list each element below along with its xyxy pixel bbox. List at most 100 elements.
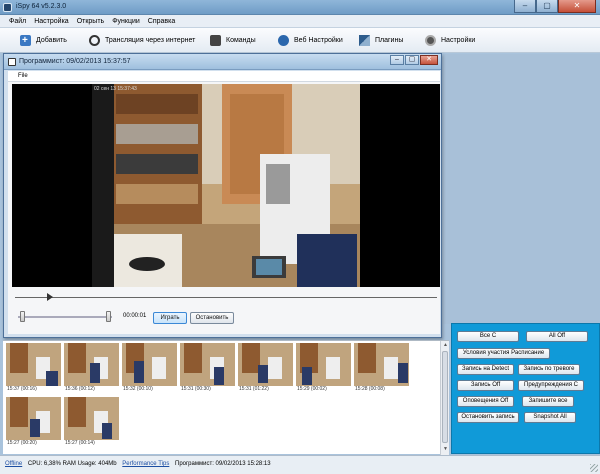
thumbnail-image: [6, 343, 61, 386]
thumbnail-image: [64, 397, 119, 440]
thumbnails-scrollbar[interactable]: ▲ ▼: [440, 341, 449, 455]
scrollbar-thumb[interactable]: [442, 351, 448, 443]
thumbnail-caption: 15:31 (00:30): [181, 386, 211, 392]
preview-window-icon: [8, 58, 16, 66]
record-all-button[interactable]: Запишите все: [522, 396, 574, 407]
toolbar-plugins-label: Плагины: [375, 37, 404, 44]
thumbnail-caption: 15:29 (00:02): [297, 386, 327, 392]
resize-grip-icon[interactable]: [590, 464, 598, 472]
thumbnail-caption: 15:31 (01:22): [239, 386, 269, 392]
actions-panel: Все С All Off Условия участия Расписание…: [451, 323, 600, 454]
toolbar-add-label: Добавить: [36, 37, 67, 44]
thumbnail-caption: 15:37 (00:16): [7, 386, 37, 392]
alerts-on-button[interactable]: Предупреждения С: [518, 380, 584, 391]
status-bar: Offline CPU: 6,38% RAM Usage: 404Mb Perf…: [0, 455, 600, 474]
menu-bar: Файл Настройка Открыть Функции Справка: [0, 15, 600, 28]
toolbar-settings-label: Настройки: [441, 37, 476, 44]
thumbnail-caption: 15:27 (00:20): [7, 440, 37, 446]
thumbnail-image: [180, 343, 235, 386]
maximize-button[interactable]: ▢: [536, 0, 558, 13]
thumbnail-image: [64, 343, 119, 386]
preview-menu-file[interactable]: File: [18, 73, 28, 79]
all-off-button[interactable]: All Off: [526, 331, 588, 342]
thumbnail-item[interactable]: 15:29 (00:02): [296, 343, 351, 393]
timeline-track: [15, 297, 437, 298]
thumbnail-item[interactable]: 15:31 (00:30): [180, 343, 235, 393]
menu-functions[interactable]: Функции: [108, 15, 144, 27]
play-button[interactable]: Играть: [153, 312, 187, 324]
thumbnail-caption: 15:27 (00:14): [65, 440, 95, 446]
preview-maximize-button[interactable]: ▢: [405, 55, 419, 65]
thumbnail-image: [122, 343, 177, 386]
performance-tips-link[interactable]: Performance Tips: [122, 461, 169, 467]
stop-recording-button[interactable]: Остановить запись: [457, 412, 519, 423]
volume-slider-end-thumb[interactable]: [106, 311, 111, 322]
video-player[interactable]: 02 сен 13 15:37:43: [12, 84, 440, 287]
web-settings-icon: [278, 35, 289, 46]
menu-help[interactable]: Справка: [144, 15, 179, 27]
camera-frame: 02 сен 13 15:37:43: [92, 84, 360, 287]
thumbnail-caption: 15:28 (00:08): [355, 386, 385, 392]
record-on-detect-button[interactable]: Запись на Detect: [457, 364, 514, 375]
menu-settings[interactable]: Настройка: [30, 15, 72, 27]
resource-usage: CPU: 6,38% RAM Usage: 404Mb: [27, 461, 117, 467]
add-icon: [20, 35, 31, 46]
volume-slider-thumb[interactable]: [20, 311, 25, 322]
toolbar-plugins-button[interactable]: Плагины: [359, 33, 403, 48]
offline-link[interactable]: Offline: [5, 461, 22, 467]
preview-minimize-button[interactable]: –: [390, 55, 404, 65]
volume-slider[interactable]: [18, 311, 112, 322]
toolbar-web-settings-button[interactable]: Веб Настройки: [278, 33, 343, 48]
thumbnail-item[interactable]: 15:37 (00:16): [6, 343, 61, 393]
toolbar-commands-button[interactable]: Команды: [210, 33, 256, 48]
settings-icon: [425, 35, 436, 46]
thumbnail-caption: 15:32 (00:10): [123, 386, 153, 392]
thumbnail-image: [6, 397, 61, 440]
timeline-position-marker[interactable]: [47, 293, 53, 301]
camera-preview-window[interactable]: Программист: 09/02/2013 15:37:57 – ▢ ✕ F…: [3, 53, 442, 338]
playback-controls: 00:00:01 Играть Остановить: [12, 308, 440, 330]
all-on-button[interactable]: Все С: [457, 331, 519, 342]
broadcast-icon: [89, 35, 100, 46]
app-icon: [3, 3, 12, 12]
plugins-icon: [359, 35, 370, 46]
preview-body: 02 сен 13 15:37:43 00:00:01 Играть Остан…: [8, 82, 440, 334]
record-on-alarm-button[interactable]: Запись по тревоге: [518, 364, 580, 375]
alerts-off-button[interactable]: Оповещения Off: [457, 396, 514, 407]
preview-menu-bar: File: [8, 71, 440, 82]
toolbar-web-settings-label: Веб Настройки: [294, 37, 343, 44]
toolbar-add-button[interactable]: Добавить: [20, 33, 67, 48]
close-button[interactable]: ✕: [558, 0, 596, 13]
stop-button[interactable]: Остановить: [190, 312, 234, 324]
thumbnail-item[interactable]: 15:32 (00:10): [122, 343, 177, 393]
window-title: iSpy 64 v5.2.3.0: [16, 3, 67, 10]
schedule-button[interactable]: Условия участия Расписание: [457, 348, 550, 359]
thumbnail-item[interactable]: 15:36 (00:12): [64, 343, 119, 393]
record-off-button[interactable]: Запись Off: [457, 380, 514, 391]
toolbar-broadcast-button[interactable]: Трансляция через интернет: [89, 33, 195, 48]
app-window: iSpy 64 v5.2.3.0 – ▢ ✕ Файл Настройка От…: [0, 0, 600, 474]
preview-window-controls: – ▢ ✕: [389, 55, 438, 65]
thumbnail-image: [296, 343, 351, 386]
menu-open[interactable]: Открыть: [73, 15, 109, 27]
video-timestamp: 02 сен 13 15:37:43: [94, 86, 137, 92]
thumbnail-item[interactable]: 15:27 (00:14): [64, 397, 119, 447]
playback-time: 00:00:01: [123, 313, 147, 319]
scroll-down-arrow-icon[interactable]: ▼: [442, 446, 449, 453]
snapshot-all-button[interactable]: Snapshot All: [524, 412, 576, 423]
menu-file[interactable]: Файл: [5, 15, 30, 27]
preview-title-bar[interactable]: Программист: 09/02/2013 15:37:57 – ▢ ✕: [4, 54, 441, 70]
toolbar-settings-button[interactable]: Настройки: [425, 33, 475, 48]
thumbnail-item[interactable]: 15:27 (00:20): [6, 397, 61, 447]
minimize-button[interactable]: –: [514, 0, 536, 13]
thumbnail-item[interactable]: 15:31 (01:22): [238, 343, 293, 393]
last-event-text: Программист: 09/02/2013 15:28:13: [175, 461, 271, 467]
thumbnail-image: [238, 343, 293, 386]
preview-close-button[interactable]: ✕: [420, 55, 438, 65]
toolbar-broadcast-label: Трансляция через интернет: [105, 37, 196, 44]
workspace-area: [443, 54, 600, 324]
thumbnail-item[interactable]: 15:28 (00:08): [354, 343, 409, 393]
thumbnail-caption: 15:36 (00:12): [65, 386, 95, 392]
playback-timeline[interactable]: [12, 290, 440, 304]
scroll-up-arrow-icon[interactable]: ▲: [442, 342, 449, 349]
